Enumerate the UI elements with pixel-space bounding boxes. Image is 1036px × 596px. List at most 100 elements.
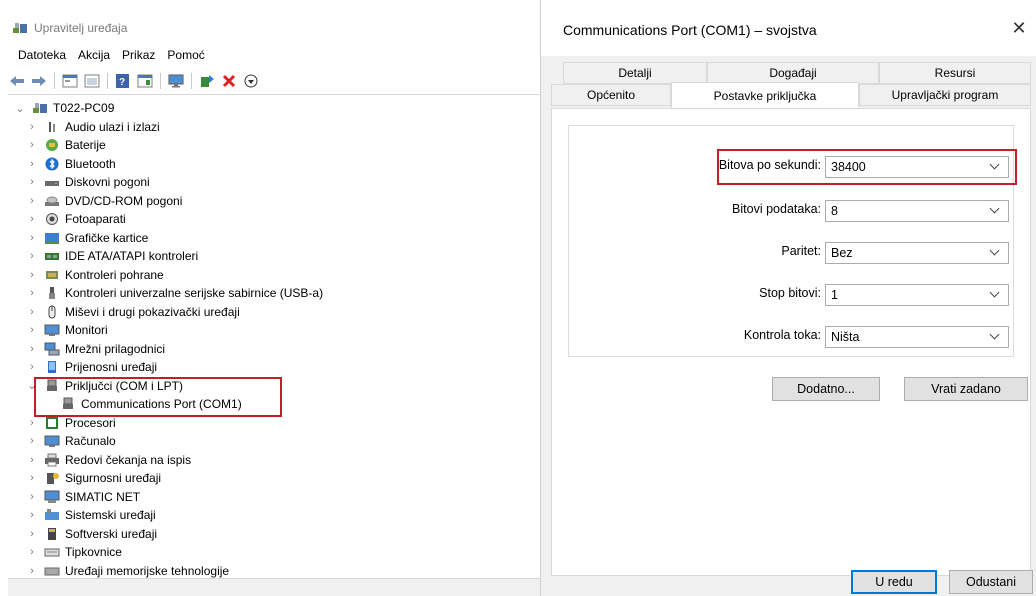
chevron-right-icon[interactable]: ›: [26, 155, 38, 173]
close-icon[interactable]: ✕: [1007, 18, 1031, 42]
stop-bits-select[interactable]: 1: [825, 284, 1009, 306]
tree-item[interactable]: › Fotoaparati: [26, 210, 126, 228]
forward-icon[interactable]: [30, 72, 48, 90]
tree-item-label: Uređaji memorijske tehnologije: [65, 563, 230, 578]
cancel-button[interactable]: Odustani: [949, 570, 1033, 594]
tree-item[interactable]: › Redovi čekanja na ispis: [26, 451, 191, 469]
menu-help[interactable]: Pomoć: [167, 48, 204, 62]
tab-resources[interactable]: Resursi: [879, 62, 1031, 84]
device-manager-app-icon: [12, 21, 28, 35]
port-settings-page: Bitova po sekundi: 38400 Bitovi podataka…: [551, 108, 1031, 576]
menu-action[interactable]: Akcija: [78, 48, 110, 62]
tree-item[interactable]: › IDE ATA/ATAPI kontroleri: [26, 247, 198, 265]
network-adapter-icon: [44, 342, 60, 356]
tree-item[interactable]: › Miševi i drugi pokazivački uređaji: [26, 303, 240, 321]
tree-item[interactable]: › Sigurnosni uređaji: [26, 469, 161, 487]
tab-driver[interactable]: Upravljački program: [859, 84, 1031, 106]
tree-item-label: Grafičke kartice: [65, 230, 149, 245]
console-icon[interactable]: [136, 72, 154, 90]
tree-item[interactable]: › Mrežni prilagodnici: [26, 340, 165, 358]
tree-item[interactable]: › Grafičke kartice: [26, 229, 148, 247]
back-icon[interactable]: [8, 72, 26, 90]
audio-icon: [44, 120, 60, 134]
chevron-right-icon[interactable]: ›: [26, 247, 38, 265]
help-icon[interactable]: ?: [114, 72, 132, 90]
tree-root[interactable]: ⌄ T022-PC09: [14, 99, 114, 117]
processor-icon: [44, 416, 60, 430]
chevron-right-icon[interactable]: ›: [26, 210, 38, 228]
chevron-right-icon[interactable]: ›: [26, 525, 38, 543]
tree-item[interactable]: › Diskovni pogoni: [26, 173, 150, 191]
tree-item[interactable]: › Bluetooth: [26, 155, 116, 173]
bluetooth-icon: [44, 157, 60, 171]
view-icon[interactable]: [83, 72, 101, 90]
chevron-down-icon: [990, 289, 1000, 299]
chevron-right-icon[interactable]: ›: [26, 136, 38, 154]
tree-item[interactable]: › Monitori: [26, 321, 108, 339]
parity-select[interactable]: Bez: [825, 242, 1009, 264]
tree-item[interactable]: › Tipkovnice: [26, 543, 122, 561]
tree-item[interactable]: › Baterije: [26, 136, 106, 154]
chevron-right-icon[interactable]: ›: [26, 192, 38, 210]
field-row-parity: Paritet: Bez: [569, 242, 1015, 264]
chevron-down-icon: [990, 331, 1000, 341]
menu-file[interactable]: Datoteka: [18, 48, 66, 62]
data-bits-value: 8: [831, 204, 838, 218]
tree-item[interactable]: › Softverski uređaji: [26, 525, 157, 543]
properties-view-icon[interactable]: [61, 72, 79, 90]
tree-item-label: Diskovni pogoni: [65, 175, 150, 189]
device-tree[interactable]: ⌄ T022-PC09 › Audio ulazi i izlazi › Bateri…: [14, 99, 540, 579]
chevron-right-icon[interactable]: ›: [26, 173, 38, 191]
chevron-right-icon[interactable]: ›: [26, 321, 38, 339]
chevron-right-icon[interactable]: ›: [26, 266, 38, 284]
chevron-right-icon[interactable]: ›: [26, 118, 38, 136]
field-row-flow-control: Kontrola toka: Ništa: [569, 326, 1015, 348]
download-icon[interactable]: [242, 72, 260, 90]
data-bits-label: Bitovi podataka:: [732, 202, 821, 216]
tree-item[interactable]: › Audio ulazi i izlazi: [26, 118, 160, 136]
chevron-right-icon[interactable]: ›: [26, 543, 38, 561]
tree-item-label: Računalo: [65, 434, 116, 448]
toolbar-separator: [107, 73, 108, 89]
chevron-right-icon[interactable]: ›: [26, 488, 38, 506]
usb-icon: [44, 286, 60, 300]
ok-button[interactable]: U redu: [851, 570, 937, 594]
tree-item[interactable]: › Uređaji memorijske tehnologije: [26, 562, 229, 580]
uninstall-icon[interactable]: [220, 72, 238, 90]
data-bits-select[interactable]: 8: [825, 200, 1009, 222]
restore-defaults-button[interactable]: Vrati zadano: [904, 377, 1028, 401]
ide-controller-icon: [44, 249, 60, 263]
menu-view[interactable]: Prikaz: [122, 48, 155, 62]
chevron-right-icon[interactable]: ›: [26, 358, 38, 376]
toolbar-divider: [8, 94, 540, 95]
ports-highlight-box: [34, 377, 282, 417]
tree-item[interactable]: › Kontroleri pohrane: [26, 266, 164, 284]
chevron-right-icon[interactable]: ›: [26, 469, 38, 487]
tab-general[interactable]: Općenito: [551, 84, 671, 106]
tab-port-settings[interactable]: Postavke priključka: [671, 82, 859, 108]
chevron-down-icon[interactable]: ⌄: [14, 99, 26, 117]
tree-item[interactable]: › Računalo: [26, 432, 116, 450]
tab-events[interactable]: Događaji: [707, 62, 879, 84]
update-driver-icon[interactable]: [198, 72, 216, 90]
tree-item[interactable]: › Sistemski uređaji: [26, 506, 156, 524]
security-device-icon: [44, 471, 60, 485]
chevron-right-icon[interactable]: ›: [26, 303, 38, 321]
storage-controller-icon: [44, 268, 60, 282]
chevron-right-icon[interactable]: ›: [26, 451, 38, 469]
monitor-icon[interactable]: [167, 72, 185, 90]
chevron-right-icon[interactable]: ›: [26, 562, 38, 580]
chevron-right-icon[interactable]: ›: [26, 229, 38, 247]
tree-item[interactable]: › SIMATIC NET: [26, 488, 140, 506]
tree-item[interactable]: › Prijenosni uređaji: [26, 358, 157, 376]
tree-item[interactable]: › DVD/CD-ROM pogoni: [26, 192, 182, 210]
tab-details[interactable]: Detalji: [563, 62, 707, 84]
chevron-right-icon[interactable]: ›: [26, 432, 38, 450]
advanced-button[interactable]: Dodatno...: [772, 377, 880, 401]
tree-item[interactable]: › Kontroleri univerzalne serijske sabirni…: [26, 284, 323, 302]
tree-item-label: Sigurnosni uređaji: [65, 471, 162, 485]
flow-control-select[interactable]: Ništa: [825, 326, 1009, 348]
chevron-right-icon[interactable]: ›: [26, 284, 38, 302]
chevron-right-icon[interactable]: ›: [26, 340, 38, 358]
chevron-right-icon[interactable]: ›: [26, 506, 38, 524]
